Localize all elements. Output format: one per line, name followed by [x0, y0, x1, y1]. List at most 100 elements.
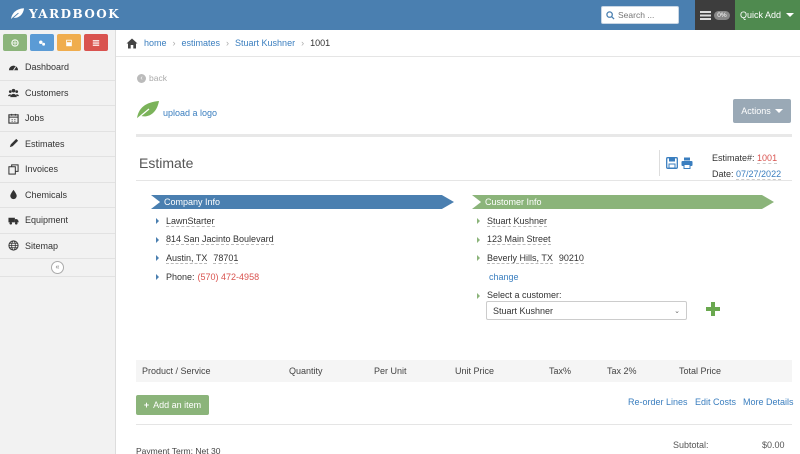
- estimate-date-value[interactable]: 07/27/2022: [736, 169, 782, 180]
- change-customer-link[interactable]: change: [489, 272, 519, 282]
- sidebar-item-jobs[interactable]: Jobs: [0, 106, 115, 132]
- calculator-shortcut-button[interactable]: [57, 34, 81, 51]
- print-icon[interactable]: [681, 157, 693, 169]
- sidebar-collapse: «: [0, 259, 115, 277]
- sidebar-shortcuts: [0, 30, 115, 55]
- back-link[interactable]: ‹ back: [137, 73, 167, 83]
- back-label: back: [149, 73, 167, 83]
- calculator-icon: [66, 39, 72, 46]
- column-per-unit: Per Unit: [374, 366, 407, 376]
- home-icon[interactable]: [126, 38, 138, 49]
- add-customer-icon[interactable]: [706, 302, 720, 316]
- leaf-icon: [10, 8, 25, 20]
- company-address[interactable]: 814 San Jacinto Boulevard: [166, 234, 274, 246]
- estimate-number-value[interactable]: 1001: [757, 153, 778, 164]
- sidebar-item-equipment[interactable]: Equipment: [0, 208, 115, 234]
- column-quantity: Quantity: [289, 366, 323, 376]
- collapse-button[interactable]: «: [51, 261, 64, 274]
- add-item-label: Add an item: [153, 400, 202, 410]
- customer-city-item: Beverly Hills, TX 90210: [477, 249, 584, 268]
- column-tax: Tax%: [549, 366, 572, 376]
- customer-info-title: Customer Info: [485, 197, 542, 207]
- search-input[interactable]: [618, 10, 676, 20]
- upload-logo[interactable]: upload a logo: [136, 100, 217, 120]
- customer-change-item: change: [477, 268, 584, 287]
- document-tools: [659, 150, 693, 176]
- customer-zip[interactable]: 90210: [558, 253, 584, 264]
- estimate-meta: Estimate#: 1001 Date: 07/27/2022: [712, 150, 782, 182]
- company-name-item: LawnStarter: [156, 212, 274, 231]
- quick-add-button[interactable]: Quick Add: [735, 0, 800, 30]
- sidebar-item-customers[interactable]: Customers: [0, 81, 115, 106]
- edit-costs-link[interactable]: Edit Costs: [695, 397, 736, 407]
- customer-city-state[interactable]: Beverly Hills, TX: [487, 253, 553, 264]
- breadcrumb-customer[interactable]: Stuart Kushner: [235, 38, 295, 48]
- list-icon: [92, 39, 100, 46]
- breadcrumb-estimates[interactable]: estimates: [182, 38, 221, 48]
- search-icon: [606, 10, 615, 20]
- app-logo[interactable]: Yardbook: [10, 7, 120, 21]
- sidebar-item-dashboard[interactable]: Dashboard: [0, 55, 115, 81]
- caret-down-icon: [786, 13, 795, 17]
- top-bar: Yardbook 0% Quick Add: [0, 0, 800, 30]
- cogs-icon: [39, 39, 46, 46]
- select-customer-label: Select a customer:: [477, 290, 562, 300]
- more-details-link[interactable]: More Details: [743, 397, 794, 407]
- progress-badge: 0%: [714, 10, 730, 20]
- calendar-icon: [8, 113, 19, 124]
- customer-info-list: Stuart Kushner 123 Main Street Beverly H…: [477, 212, 584, 286]
- company-zip[interactable]: 78701: [213, 253, 239, 264]
- sidebar-item-invoices[interactable]: Invoices: [0, 157, 115, 183]
- company-name[interactable]: LawnStarter: [166, 216, 215, 227]
- plus-icon: +: [143, 400, 150, 410]
- column-tax2: Tax 2%: [607, 366, 637, 376]
- sidebar-item-label: Invoices: [25, 164, 59, 175]
- add-item-button[interactable]: + Add an item: [136, 395, 209, 415]
- upload-logo-link[interactable]: upload a logo: [163, 108, 217, 118]
- payment-term-value[interactable]: Net 30: [195, 446, 220, 454]
- sidebar-item-label: Estimates: [25, 138, 65, 149]
- search-box[interactable]: [601, 6, 679, 24]
- cogs-shortcut-button[interactable]: [30, 34, 54, 51]
- customer-name[interactable]: Stuart Kushner: [487, 216, 548, 227]
- company-city-state[interactable]: Austin, TX: [166, 253, 208, 264]
- caret-down-icon: [774, 109, 783, 113]
- users-icon: [8, 89, 19, 98]
- customer-info-header: Customer Info: [472, 195, 774, 209]
- app-name: Yardbook: [29, 7, 121, 21]
- company-phone[interactable]: (570) 472-4958: [198, 272, 260, 282]
- breadcrumb-home[interactable]: home: [144, 38, 167, 48]
- dashboard-icon: [8, 65, 19, 71]
- sidebar-item-estimates[interactable]: Estimates: [0, 132, 115, 157]
- company-phone-item: Phone: (570) 472-4958: [156, 268, 274, 287]
- divider: [136, 134, 792, 137]
- list-shortcut-button[interactable]: [84, 34, 108, 51]
- globe-icon: [11, 38, 19, 47]
- actions-dropdown[interactable]: Actions: [733, 99, 791, 123]
- divider: [136, 180, 792, 181]
- save-icon[interactable]: [666, 157, 678, 169]
- reorder-lines-link[interactable]: Re-order Lines: [628, 397, 688, 407]
- estimate-number-label: Estimate#:: [712, 153, 755, 163]
- sidebar-item-sitemap[interactable]: Sitemap: [0, 234, 115, 259]
- progress-indicator[interactable]: 0%: [695, 0, 735, 30]
- sidebar-item-chemicals[interactable]: Chemicals: [0, 183, 115, 208]
- truck-icon: [8, 217, 19, 225]
- leaf-logo-icon: [136, 101, 159, 120]
- line-items-header: Product / Service Quantity Per Unit Unit…: [136, 360, 792, 382]
- estimate-date-label: Date:: [712, 169, 734, 179]
- server-icon: [700, 10, 712, 20]
- sidebar-item-label: Equipment: [25, 215, 69, 226]
- sidebar: Dashboard Customers Jobs Estimates Invoi…: [0, 30, 116, 454]
- customer-address[interactable]: 123 Main Street: [487, 234, 551, 246]
- breadcrumb-current: 1001: [310, 38, 331, 48]
- payment-term-label: Payment Term:: [136, 446, 194, 454]
- company-info-list: LawnStarter 814 San Jacinto Boulevard Au…: [156, 212, 274, 286]
- sidebar-item-label: Chemicals: [25, 189, 68, 200]
- globe-shortcut-button[interactable]: [3, 34, 27, 51]
- breadcrumb-separator: ›: [226, 38, 230, 48]
- customer-select[interactable]: Stuart Kushner ⌄: [486, 301, 687, 320]
- sidebar-item-label: Dashboard: [25, 62, 70, 73]
- drop-icon: [10, 190, 17, 200]
- page-title: Estimate: [139, 155, 194, 171]
